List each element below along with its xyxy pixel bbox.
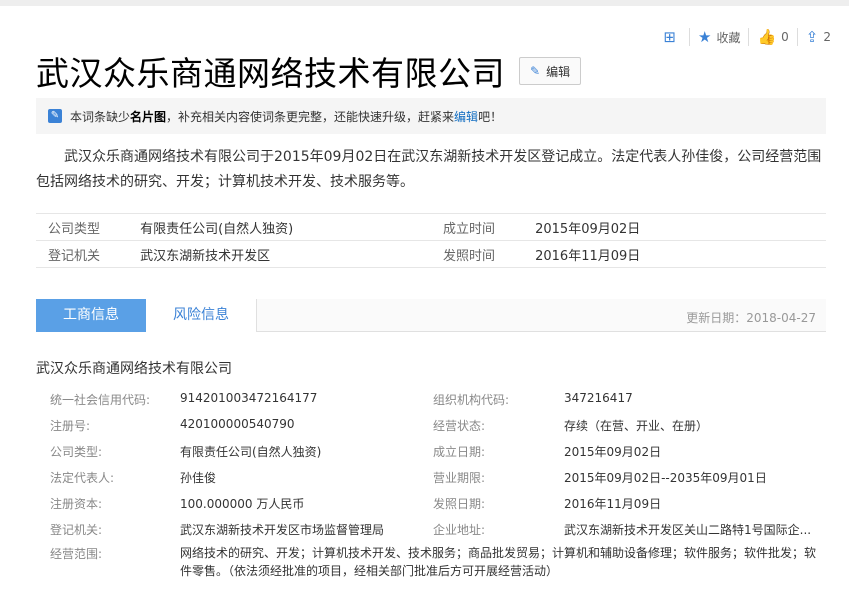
notice-post: 吧！ — [478, 109, 503, 124]
detail-value: 420100000540790 — [180, 417, 295, 431]
edit-button[interactable]: ✎ 编辑 — [519, 57, 582, 85]
detail-key: 组织机构代码: — [433, 393, 510, 407]
pencil-icon: ✎ — [530, 64, 541, 78]
detail-value: 武汉东湖新技术开发区市场监督管理局 — [180, 523, 385, 537]
edit-label: 编辑 — [546, 64, 571, 79]
detail-key: 发照日期: — [433, 497, 486, 511]
notice-pre: 本词条缺少 — [70, 109, 131, 124]
info-key: 公司类型 — [48, 221, 101, 237]
detail-value: 2015年09月02日--2035年09月01日 — [564, 471, 767, 485]
summary-paragraph: 武汉众乐商通网络技术有限公司于2015年09月02日在武汉东湖新技术开发区登记成… — [36, 149, 822, 190]
detail-value: 有限责任公司(自然人独资) — [180, 445, 322, 459]
top-bar — [0, 0, 849, 6]
update-date: 更新日期：2018-04-27 — [686, 311, 816, 325]
share-icon: ⇪ — [805, 28, 819, 46]
detail-row: 注册资本: 100.000000 万人民币 发照日期: 2016年11月09日 — [36, 489, 826, 515]
like-count: 0 — [781, 30, 789, 44]
detail-value: 武汉东湖新技术开发区关山二路特1号国际企... — [564, 523, 812, 537]
page-title: 武汉众乐商通网络技术有限公司 — [36, 54, 505, 93]
detail-key: 登记机关: — [50, 523, 103, 537]
info-value: 2015年09月02日 — [535, 221, 641, 237]
business-scope-row: 经营范围: 网络技术的研究、开发；计算机技术开发、技术服务；商品批发贸易；计算机… — [36, 541, 826, 585]
info-value: 2016年11月09日 — [535, 248, 641, 264]
notice-bar: ✎ 本词条缺少名片图，补充相关内容使词条更完整，还能快速升级，赶紧来编辑吧！ — [36, 98, 826, 134]
detail-key: 统一社会信用代码: — [50, 393, 151, 407]
add-button[interactable]: ⊞ — [655, 28, 689, 46]
detail-row: 法定代表人: 孙佳俊 营业期限: 2015年09月02日--2035年09月01… — [36, 463, 826, 489]
detail-row: 公司类型: 有限责任公司(自然人独资) 成立日期: 2015年09月02日 — [36, 437, 826, 463]
detail-value: 孙佳俊 — [180, 471, 217, 485]
info-tabs: 工商信息 风险信息 更新日期：2018-04-27 — [36, 299, 826, 332]
info-key: 成立时间 — [443, 221, 496, 237]
detail-value: 100.000000 万人民币 — [180, 497, 305, 511]
favorite-label: 收藏 — [716, 30, 741, 45]
header-actions: ⊞ ★ 收藏 👍 0 ⇪ 2 — [655, 28, 839, 46]
detail-key: 注册资本: — [50, 497, 103, 511]
info-key: 发照时间 — [443, 248, 496, 264]
info-value: 有限责任公司(自然人独资) — [140, 221, 294, 237]
info-value: 武汉东湖新技术开发区 — [140, 248, 271, 264]
detail-row: 登记机关: 武汉东湖新技术开发区市场监督管理局 企业地址: 武汉东湖新技术开发区… — [36, 515, 826, 541]
detail-row: 统一社会信用代码: 914201003472164177 组织机构代码: 347… — [36, 385, 826, 411]
notice-bold: 名片图 — [130, 109, 167, 124]
info-row: 登记机关 武汉东湖新技术开发区 发照时间 2016年11月09日 — [36, 241, 826, 268]
detail-value: 2015年09月02日 — [564, 445, 662, 459]
info-key: 登记机关 — [48, 248, 101, 264]
detail-value: 347216417 — [564, 391, 633, 405]
share-button[interactable]: ⇪ 2 — [796, 28, 839, 46]
business-detail-grid: 统一社会信用代码: 914201003472164177 组织机构代码: 347… — [36, 385, 826, 585]
detail-key: 法定代表人: — [50, 471, 115, 485]
detail-key: 营业期限: — [433, 471, 486, 485]
favorite-button[interactable]: ★ 收藏 — [688, 28, 748, 46]
detail-key: 经营范围: — [50, 547, 103, 561]
add-icon: ⊞ — [663, 28, 676, 46]
info-row: 公司类型 有限责任公司(自然人独资) 成立时间 2015年09月02日 — [36, 213, 826, 241]
detail-key: 注册号: — [50, 419, 91, 433]
notice-edit-link[interactable]: 编辑 — [454, 110, 478, 124]
detail-value: 914201003472164177 — [180, 391, 318, 405]
like-button[interactable]: 👍 0 — [748, 28, 796, 46]
detail-key: 公司类型: — [50, 445, 103, 459]
basic-info-table: 公司类型 有限责任公司(自然人独资) 成立时间 2015年09月02日 登记机关… — [36, 213, 826, 268]
detail-key: 成立日期: — [433, 445, 486, 459]
detail-key: 企业地址: — [433, 523, 486, 537]
detail-value: 存续（在营、开业、在册） — [564, 419, 709, 433]
tab-business-info[interactable]: 工商信息 — [36, 299, 146, 332]
business-scope-value: 网络技术的研究、开发；计算机技术开发、技术服务；商品批发贸易；计算机和辅助设备修… — [180, 546, 817, 578]
thumb-up-icon: 👍 — [757, 28, 777, 46]
edit-note-icon: ✎ — [48, 109, 62, 123]
detail-value: 2016年11月09日 — [564, 497, 662, 511]
share-count: 2 — [823, 30, 831, 44]
title-area: 武汉众乐商通网络技术有限公司 ✎ 编辑 — [36, 47, 582, 95]
notice-mid: ，补充相关内容使词条更完整，还能快速升级，赶紧来 — [166, 109, 455, 124]
detail-row: 注册号: 420100000540790 经营状态: 存续（在营、开业、在册） — [36, 411, 826, 437]
star-icon: ★ — [697, 28, 712, 46]
notice-text: 本词条缺少名片图，补充相关内容使词条更完整，还能快速升级，赶紧来编辑吧！ — [70, 108, 502, 125]
detail-key: 经营状态: — [433, 419, 486, 433]
tab-risk-info[interactable]: 风险信息 — [146, 299, 257, 332]
company-name: 武汉众乐商通网络技术有限公司 — [36, 361, 232, 377]
